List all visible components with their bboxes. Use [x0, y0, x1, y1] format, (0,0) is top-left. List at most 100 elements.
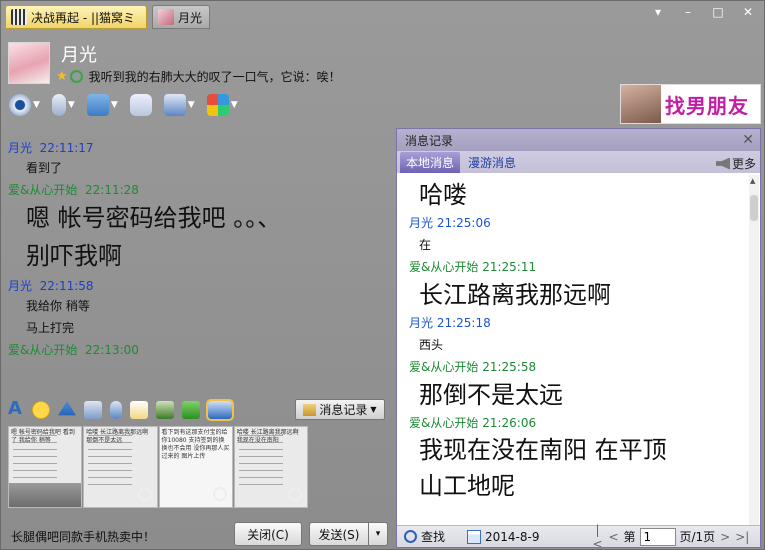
page-number-input[interactable] — [639, 527, 676, 546]
message: 月光 22:11:58 我给你 稍等 马上打完 — [8, 277, 388, 339]
sender-name: 月光 — [8, 141, 33, 155]
apps-button[interactable]: ▼ — [206, 94, 238, 116]
message-header: 爱&从心开始 22:11:28 — [8, 181, 388, 199]
screenshot-thumbnail[interactable]: 嗯 帐号密码给我吧 看到了 我给你 稍等 — [8, 426, 83, 508]
speaker-icon — [715, 157, 730, 170]
history-message-text: 长江路离我那远啊 — [419, 281, 611, 309]
history-panel: 消息记录 ✕ 本地消息 漫游消息 更多 哈喽 月光 21:25:06 在 爱&从… — [396, 128, 761, 550]
history-message-header: 月光 21:25:18 — [409, 313, 750, 333]
next-page-icon[interactable]: > — [719, 530, 731, 544]
message-time: 21:26:06 — [482, 416, 537, 430]
message: 爱&从心开始 22:11:28 嗯 帐号密码给我吧 。。、 别吓我啊 — [8, 181, 388, 275]
chat-window: 决战再起 - ||猫窝ミ 月光 ▾ – □ ✕ 月光 ★ 我听到我的右肺大大的叹… — [0, 0, 765, 550]
ad-banner[interactable]: 找男朋友 — [620, 84, 761, 124]
sender-name: 爱&从心开始 — [8, 183, 78, 197]
history-message-header: 爱&从心开始 21:26:06 — [409, 413, 750, 433]
message-time: 22:11:58 — [39, 279, 94, 293]
history-tabs: 本地消息 漫游消息 更多 — [397, 151, 760, 173]
prev-page-icon[interactable]: < — [607, 530, 619, 544]
history-message-text: 山工地呢 — [419, 472, 515, 500]
calendar-icon[interactable] — [467, 529, 482, 544]
screenshot-icon[interactable] — [206, 399, 234, 421]
last-page-icon[interactable]: >| — [735, 530, 749, 544]
tab-group-chat[interactable]: 决战再起 - ||猫窝ミ — [5, 5, 147, 29]
voice-message-icon[interactable] — [110, 401, 122, 419]
send-file-button[interactable]: ▼ — [86, 94, 118, 116]
zoom-icon — [137, 487, 152, 501]
zoom-icon — [212, 487, 227, 501]
gif-icon[interactable] — [84, 401, 102, 419]
screenshot-thumbnail[interactable]: 哈喽 长江路离我那远啊 那倒不是太远 — [83, 426, 158, 508]
thumbnail-lines — [13, 435, 57, 485]
message-text: 别吓我啊 — [26, 242, 122, 270]
tab-contact-chat[interactable]: 月光 — [152, 5, 210, 29]
history-title: 消息记录 — [405, 133, 454, 148]
thumbnail-lines — [238, 435, 283, 485]
tab-local-messages[interactable]: 本地消息 — [400, 151, 461, 173]
tab-label: 月光 — [178, 10, 203, 25]
monitor-icon — [163, 94, 186, 116]
video-call-button[interactable]: ▼ — [9, 94, 40, 116]
thumbnail-band — [9, 483, 82, 507]
message-input[interactable]: 嗯 帐号密码给我吧 看到了 我给你 稍等 哈喽 长江路离我那远啊 那倒不是太远 … — [8, 426, 308, 508]
maximize-button[interactable]: □ — [704, 3, 732, 21]
close-icon[interactable]: ✕ — [742, 132, 754, 148]
history-scrollbar[interactable]: ▲ — [749, 175, 759, 527]
sender-name: 爱&从心开始 — [409, 260, 479, 274]
main-toolbar: ▼ ▼ ▼ ▼ ▼ — [9, 94, 238, 116]
music-icon[interactable] — [182, 401, 200, 419]
contact-signature: 我听到我的右肺大大的叹了一口气，它说：唉！ — [88, 70, 341, 84]
page-prefix: 第 — [623, 530, 636, 544]
screenshot-thumbnail[interactable]: 哈喽 长江路离我那远啊 我现在没在南阳 — [233, 426, 308, 508]
thumbnail-lines — [88, 435, 133, 485]
thumbnail-text: 看下到有这那支付宝的给你10080 支持签到的换换也不会用 没你再那人买过来的 … — [161, 429, 230, 460]
image-icon[interactable] — [156, 401, 174, 419]
chevron-down-icon: ▼ — [370, 405, 377, 414]
apps-grid-icon — [206, 94, 229, 116]
close-window-button[interactable]: ✕ — [734, 3, 762, 21]
shake-icon[interactable] — [58, 401, 76, 416]
message-time: 22:13:00 — [85, 343, 139, 357]
message-text: 嗯 帐号密码给我吧 。。、 — [26, 204, 282, 232]
chevron-down-icon: ▼ — [110, 100, 118, 110]
first-page-icon[interactable]: |< — [591, 523, 603, 550]
create-group-button[interactable] — [129, 94, 152, 116]
promo-link[interactable]: 长腿偶吧同款手机热卖中！ — [11, 528, 155, 545]
history-message-text: 我现在没在南阳 在平顶 — [419, 436, 667, 464]
sender-name: 月光 — [8, 279, 33, 293]
scroll-up-icon[interactable]: ▲ — [750, 177, 755, 185]
contact-name[interactable]: 月光 — [61, 41, 97, 67]
edit-toolbar: A — [8, 399, 234, 421]
voice-call-button[interactable]: ▼ — [51, 94, 75, 116]
folder-icon — [86, 94, 109, 116]
history-message-text: 那倒不是太远 — [419, 381, 563, 409]
scroll-thumb[interactable] — [750, 195, 758, 221]
font-icon[interactable]: A — [8, 399, 24, 421]
close-button[interactable]: 关闭(C) — [234, 522, 302, 546]
history-message-text: 哈喽 — [419, 181, 467, 209]
contact-avatar[interactable] — [8, 42, 50, 84]
message-time: 21:25:11 — [482, 260, 537, 274]
sender-name: 爱&从心开始 — [409, 416, 479, 430]
minimize-button[interactable]: – — [674, 3, 702, 21]
message-history-button[interactable]: 消息记录 ▼ — [295, 399, 385, 420]
chat-messages: 月光 22:11:17 看到了 爱&从心开始 22:11:28 嗯 帐号密码给我… — [8, 137, 388, 395]
group-avatar-icon — [11, 9, 27, 25]
remote-desktop-button[interactable]: ▼ — [163, 94, 195, 116]
note-icon[interactable] — [130, 401, 148, 419]
send-options-button[interactable]: ▾ — [368, 522, 388, 546]
search-label[interactable]: 查找 — [421, 528, 445, 545]
more-button[interactable]: 更多 — [715, 155, 756, 172]
history-date[interactable]: 2014-8-9 — [485, 530, 539, 544]
message-time: 22:11:28 — [85, 183, 139, 197]
history-title-bar: 消息记录 ✕ — [397, 129, 760, 151]
menu-button[interactable]: ▾ — [644, 3, 672, 21]
emoji-icon[interactable] — [32, 401, 50, 419]
send-button[interactable]: 发送(S) — [309, 522, 369, 546]
ad-photo — [621, 85, 661, 123]
search-icon[interactable] — [404, 530, 417, 543]
message: 爱&从心开始 22:13:00 — [8, 341, 388, 359]
screenshot-thumbnail[interactable]: 看下到有这那支付宝的给你10080 支持签到的换换也不会用 没你再那人买过来的 … — [158, 426, 233, 508]
contact-avatar-icon — [158, 9, 174, 25]
tab-roaming-messages[interactable]: 漫游消息 — [462, 152, 522, 173]
